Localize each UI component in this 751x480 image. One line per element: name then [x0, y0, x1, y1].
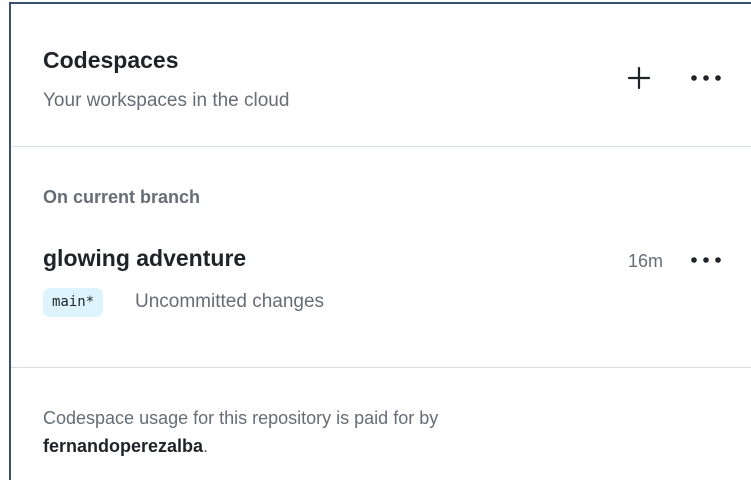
panel-title: Codespaces	[43, 47, 179, 73]
codespace-more-options-button[interactable]	[688, 242, 724, 278]
branch-badge: main*	[43, 288, 104, 317]
billing-note-text: Codespace usage for this repository is p…	[43, 408, 439, 428]
section-heading: On current branch	[43, 187, 201, 207]
kebab-horizontal-icon	[691, 75, 721, 81]
codespace-last-used: 16m	[628, 251, 664, 271]
current-branch-section: On current branch glowing adventure 16m …	[11, 147, 751, 368]
kebab-horizontal-icon	[691, 257, 721, 263]
billing-note-period: .	[203, 436, 209, 456]
codespace-name[interactable]: glowing adventure	[43, 245, 246, 272]
codespace-list-item[interactable]: glowing adventure 16m main* Uncommitted …	[11, 227, 751, 327]
codespace-status: Uncommitted changes	[135, 291, 325, 312]
codespaces-panel: Codespaces Your workspaces in the cloud …	[9, 2, 751, 480]
plus-icon	[627, 66, 651, 90]
billing-note: Codespace usage for this repository is p…	[43, 404, 683, 460]
panel-subtitle: Your workspaces in the cloud	[43, 90, 290, 111]
codespaces-header: Codespaces Your workspaces in the cloud	[11, 4, 751, 147]
billing-footer: Codespace usage for this repository is p…	[11, 368, 751, 480]
add-codespace-button[interactable]	[621, 60, 657, 96]
billing-owner: fernandoperezalba	[43, 436, 204, 456]
header-more-options-button[interactable]	[688, 60, 724, 96]
